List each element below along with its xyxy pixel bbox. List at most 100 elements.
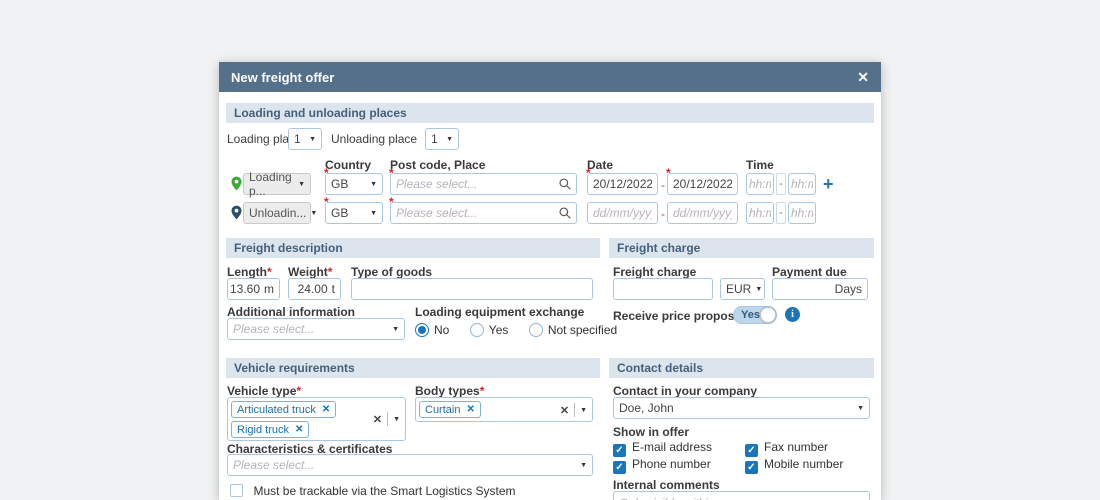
phone-checkbox[interactable]: ✓	[613, 461, 626, 474]
time-range-dash: -	[776, 173, 786, 195]
required-asterisk: *	[586, 166, 591, 180]
toggle-knob	[760, 307, 776, 323]
required-asterisk: *	[296, 384, 301, 398]
weight-input[interactable]: 24.00 t	[288, 278, 341, 300]
chevron-down-icon: ▼	[309, 136, 316, 143]
unloading-place-value: 1	[431, 132, 438, 146]
unloading-place-label: Unloading place	[331, 132, 417, 146]
loading-date-from-field[interactable]: *	[587, 173, 658, 195]
close-icon[interactable]: ✕	[857, 70, 869, 84]
loading-date-to-input[interactable]	[667, 173, 738, 195]
unloading-date-to-input[interactable]	[667, 202, 738, 224]
multiselect-controls: ✕ ▼	[560, 403, 587, 417]
section-header-contact: Contact details	[609, 358, 874, 378]
length-input[interactable]: 13.60m	[227, 278, 280, 300]
required-asterisk: *	[328, 265, 333, 279]
info-icon[interactable]: i	[785, 307, 800, 322]
radio-yes[interactable]	[470, 323, 484, 337]
new-freight-offer-dialog: New freight offer ✕ Loading and unloadin…	[219, 62, 881, 500]
loading-date-from-input[interactable]	[587, 173, 658, 195]
weight-value: 24.00	[298, 282, 328, 296]
price-proposals-toggle[interactable]: Yes	[733, 306, 777, 324]
characteristics-placeholder: Please select...	[233, 458, 314, 472]
loading-time-from-input[interactable]	[746, 173, 774, 195]
fax-label: Fax number	[764, 440, 828, 454]
chevron-down-icon[interactable]: ▼	[393, 416, 400, 423]
unloading-country-select[interactable]: * GB▼	[325, 202, 383, 224]
payment-due-input[interactable]: Days	[772, 278, 868, 300]
unloading-postcode-field[interactable]: *	[390, 202, 577, 224]
radio-no-label: No	[434, 323, 449, 337]
chip-label: Curtain	[425, 404, 460, 416]
loading-postcode-input[interactable]	[390, 173, 577, 195]
required-asterisk: *	[324, 195, 329, 209]
time-range-dash: -	[776, 202, 786, 224]
unloading-type-value: Unloadin...	[249, 206, 306, 220]
radio-no[interactable]	[415, 323, 429, 337]
loading-type-select[interactable]: Loading p...▼	[243, 173, 311, 195]
vehicle-type-label: Vehicle type*	[227, 384, 301, 398]
email-label: E-mail address	[632, 440, 712, 454]
section-header-places: Loading and unloading places	[226, 103, 874, 123]
trackable-checkbox[interactable]	[230, 484, 243, 497]
search-icon[interactable]	[558, 177, 572, 191]
loading-date-to-field[interactable]: *	[667, 173, 738, 195]
unloading-date-from-input[interactable]	[587, 202, 658, 224]
loading-pin-icon	[229, 174, 244, 193]
chevron-down-icon: ▼	[370, 210, 377, 217]
payment-due-unit: Days	[835, 282, 862, 296]
search-icon[interactable]	[558, 206, 572, 220]
additional-info-select[interactable]: Please select...▼	[227, 318, 405, 340]
required-asterisk: *	[267, 265, 272, 279]
weight-unit: t	[332, 282, 335, 296]
loading-place-select[interactable]: 1▼	[288, 128, 322, 150]
chip-remove-icon[interactable]: ✕	[466, 404, 474, 415]
loading-place-value: 1	[294, 132, 301, 146]
length-unit: m	[264, 282, 274, 296]
clear-icon[interactable]: ✕	[560, 404, 569, 417]
section-header-freight-description: Freight description	[226, 238, 600, 258]
radio-not-specified-label: Not specified	[548, 323, 617, 337]
required-asterisk: *	[324, 166, 329, 180]
internal-comments-textarea[interactable]	[613, 491, 870, 500]
section-header-vehicle: Vehicle requirements	[226, 358, 600, 378]
chip-rigid-truck: Rigid truck ✕	[231, 421, 309, 438]
unloading-time-to-input[interactable]	[788, 202, 816, 224]
radio-not-specified[interactable]	[529, 323, 543, 337]
required-asterisk: *	[666, 166, 671, 180]
contact-select[interactable]: Doe, John▼	[613, 397, 870, 419]
chip-label: Rigid truck	[237, 424, 289, 436]
currency-select[interactable]: EUR▼	[720, 278, 765, 300]
unloading-place-select[interactable]: 1▼	[425, 128, 459, 150]
show-in-offer-label: Show in offer	[613, 425, 689, 439]
unloading-country-value: GB	[331, 206, 348, 220]
chip-remove-icon[interactable]: ✕	[322, 404, 330, 415]
dialog-title: New freight offer	[231, 70, 334, 85]
unloading-postcode-input[interactable]	[390, 202, 577, 224]
freight-charge-input[interactable]	[613, 278, 713, 300]
unloading-time-from-input[interactable]	[746, 202, 774, 224]
add-place-icon[interactable]: +	[823, 174, 834, 194]
body-types-multiselect[interactable]: Curtain ✕ ✕ ▼	[415, 397, 593, 422]
chip-remove-icon[interactable]: ✕	[295, 424, 303, 435]
chevron-down-icon[interactable]: ▼	[580, 407, 587, 414]
goods-input[interactable]	[351, 278, 593, 300]
characteristics-select[interactable]: Please select...▼	[227, 454, 593, 476]
body-types-label: Body types*	[415, 384, 484, 398]
payment-due-label: Payment due	[772, 265, 847, 279]
unloading-type-select[interactable]: Unloadin...▼	[243, 202, 311, 224]
required-asterisk: *	[389, 195, 394, 209]
price-proposals-label: Receive price proposals	[613, 309, 751, 323]
currency-value: EUR	[726, 282, 751, 296]
chevron-down-icon: ▼	[370, 181, 377, 188]
chip-label: Articulated truck	[237, 404, 316, 416]
loading-country-select[interactable]: * GB▼	[325, 173, 383, 195]
loading-time-to-input[interactable]	[788, 173, 816, 195]
mobile-checkbox[interactable]: ✓	[745, 461, 758, 474]
loading-postcode-field[interactable]: *	[390, 173, 577, 195]
clear-icon[interactable]: ✕	[373, 413, 382, 426]
unloading-pin-icon	[229, 203, 244, 222]
section-header-freight-charge: Freight charge	[609, 238, 874, 258]
trackable-label: Must be trackable via the Smart Logistic…	[253, 484, 515, 498]
vehicle-type-multiselect[interactable]: Articulated truck ✕ Rigid truck ✕ ✕ ▼	[227, 397, 406, 441]
